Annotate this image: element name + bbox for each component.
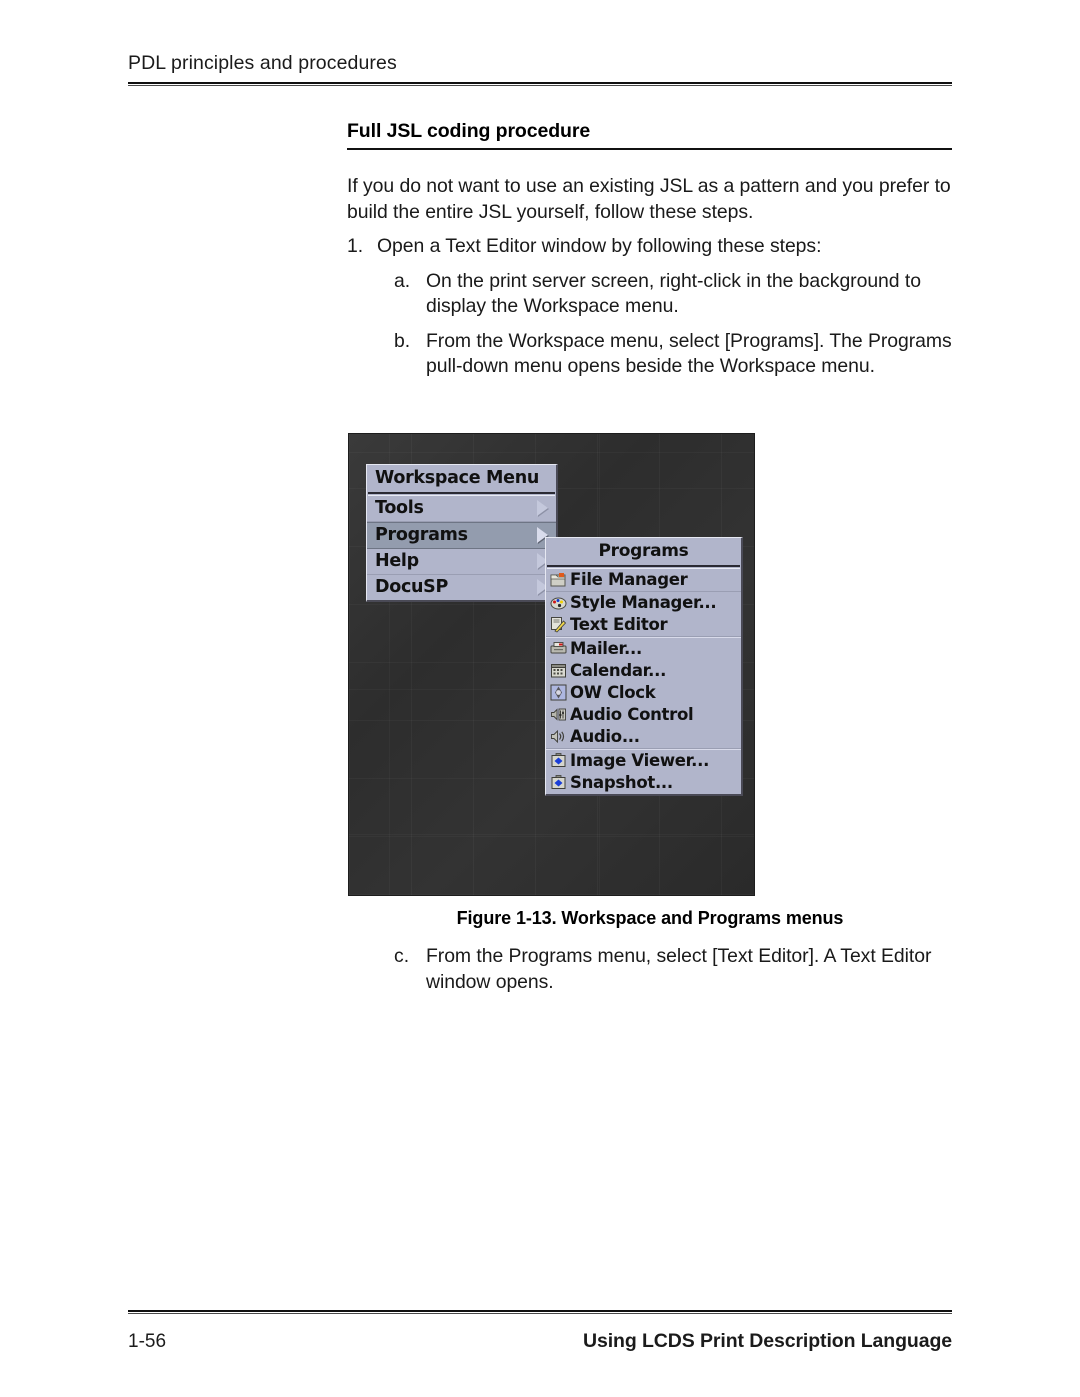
step-text: From the Programs menu, select [Text Edi… — [426, 945, 932, 993]
programs-menu-title: Programs — [598, 541, 689, 561]
list-item: a. On the print server screen, right-cli… — [394, 269, 953, 320]
menu-item-snapshot[interactable]: Snapshot... — [546, 772, 741, 794]
image-viewer-icon — [550, 752, 567, 769]
menu-item-label: Text Editor — [570, 615, 668, 634]
menu-item-label: Image Viewer... — [570, 751, 710, 770]
menu-item-tools[interactable]: Tools — [367, 496, 556, 522]
header-rule — [128, 82, 952, 86]
workspace-menu[interactable]: Workspace Menu Tools Programs Help DocuS… — [366, 464, 558, 602]
menu-item-mailer[interactable]: Mailer... — [546, 637, 741, 660]
section-heading-rule — [347, 148, 952, 150]
mailer-icon — [550, 640, 567, 657]
menu-item-label: File Manager — [570, 570, 688, 589]
menu-item-label: Audio Control — [570, 705, 694, 724]
folder-icon — [550, 571, 567, 588]
clock-diamond-icon — [550, 684, 567, 701]
speaker-icon — [550, 728, 567, 745]
menu-item-label: Help — [375, 551, 419, 571]
desktop-grid-line — [349, 834, 754, 835]
page-footer: 1-56 Using LCDS Print Description Langua… — [128, 1310, 952, 1353]
pencil-note-icon — [550, 616, 567, 633]
menu-item-help[interactable]: Help — [367, 549, 556, 575]
menu-item-label: Mailer... — [570, 639, 642, 658]
figure-caption: Figure 1-13. Workspace and Programs menu… — [456, 908, 844, 928]
chevron-right-icon — [537, 500, 548, 516]
menu-item-programs[interactable]: Programs — [367, 522, 556, 549]
menu-item-audio[interactable]: Audio... — [546, 726, 741, 749]
body-text-block-after-figure: c. From the Programs menu, select [Text … — [347, 944, 953, 1004]
menu-item-docusp[interactable]: DocuSP — [367, 575, 556, 600]
page-title: Full JSL coding procedure — [347, 120, 591, 142]
running-head: PDL principles and procedures — [128, 52, 397, 74]
menu-item-calendar[interactable]: Calendar... — [546, 660, 741, 682]
menu-item-text-editor[interactable]: Text Editor — [546, 614, 741, 637]
menu-item-image-viewer[interactable]: Image Viewer... — [546, 749, 741, 772]
palette-icon — [550, 594, 567, 611]
section-heading-block: Full JSL coding procedure — [347, 120, 952, 150]
list-item: c. From the Programs menu, select [Text … — [394, 944, 953, 995]
step-marker: 1. — [347, 235, 364, 257]
audio-control-icon — [550, 706, 567, 723]
menu-item-label: Programs — [375, 525, 468, 545]
menu-item-label: Style Manager... — [570, 593, 717, 612]
footer-row: 1-56 Using LCDS Print Description Langua… — [128, 1314, 952, 1353]
list-item: 1. Open a Text Editor window by followin… — [347, 234, 953, 260]
menu-item-file-manager[interactable]: File Manager — [546, 569, 741, 592]
page-header: PDL principles and procedures — [128, 52, 952, 86]
snapshot-icon — [550, 774, 567, 791]
intro-paragraph: If you do not want to use an existing JS… — [347, 175, 951, 223]
menu-item-label: Calendar... — [570, 661, 667, 680]
menu-item-audio-control[interactable]: Audio Control — [546, 704, 741, 726]
desktop-grid-line — [349, 452, 754, 453]
step-text: Open a Text Editor window by following t… — [377, 235, 822, 257]
workspace-menu-title: Workspace Menu — [375, 468, 540, 488]
desktop-background: Workspace Menu Tools Programs Help DocuS… — [348, 433, 755, 896]
document-title: Using LCDS Print Description Language — [583, 1330, 952, 1352]
step-text: On the print server screen, right-click … — [426, 269, 921, 318]
menu-item-label: Audio... — [570, 727, 640, 746]
body-text-block: If you do not want to use an existing JS… — [347, 174, 953, 389]
step-text: From the Workspace menu, select [Program… — [426, 329, 952, 378]
figure-screenshot: Workspace Menu Tools Programs Help DocuS… — [348, 433, 755, 896]
page-number: 1-56 — [128, 1331, 167, 1352]
step-marker: b. — [394, 329, 411, 352]
step-marker: c. — [394, 945, 410, 967]
list-item: b. From the Workspace menu, select [Prog… — [394, 329, 953, 380]
step-marker: a. — [394, 269, 411, 292]
menu-item-label: OW Clock — [570, 683, 656, 702]
menu-item-label: Tools — [375, 498, 424, 518]
programs-menu[interactable]: Programs File Manager Style Manager... T… — [545, 537, 743, 796]
menu-item-label: Snapshot... — [570, 773, 673, 792]
menu-item-label: DocuSP — [375, 577, 449, 597]
menu-item-ow-clock[interactable]: OW Clock — [546, 682, 741, 704]
menu-item-style-manager[interactable]: Style Manager... — [546, 592, 741, 614]
calendar-icon — [550, 662, 567, 679]
